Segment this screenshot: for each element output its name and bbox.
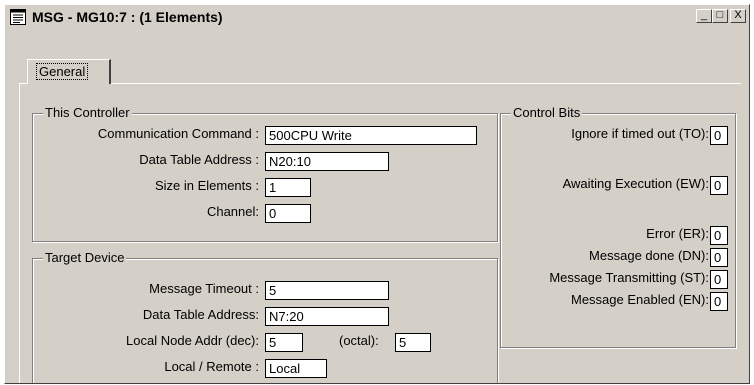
octal-label: (octal): xyxy=(339,333,379,348)
maximize-button[interactable]: □ xyxy=(712,9,728,23)
tab-general[interactable]: General xyxy=(27,59,111,84)
communication-command-field[interactable]: 500CPU Write xyxy=(265,126,477,145)
close-button[interactable]: X xyxy=(730,9,746,23)
error-label: Error (ER): xyxy=(646,226,709,241)
data-table-address-field[interactable]: N20:10 xyxy=(265,152,389,171)
size-in-elements-field[interactable]: 1 xyxy=(265,178,311,197)
local-remote-field[interactable]: Local xyxy=(265,359,327,378)
awaiting-execution-field[interactable]: 0 xyxy=(710,176,728,195)
local-node-addr-field[interactable]: 5 xyxy=(265,333,303,352)
message-enabled-field[interactable]: 0 xyxy=(710,292,728,311)
title-bar[interactable]: MSG - MG10:7 : (1 Elements) _ □ X xyxy=(6,6,748,28)
target-device-group: Target Device Message Timeout : 5 Data T… xyxy=(32,250,498,383)
target-device-legend: Target Device xyxy=(43,250,127,265)
error-field[interactable]: 0 xyxy=(710,226,728,245)
communication-command-label: Communication Command : xyxy=(97,126,259,141)
target-data-table-address-field[interactable]: N7:20 xyxy=(265,307,389,326)
channel-label: Channel: xyxy=(206,204,259,219)
message-done-field[interactable]: 0 xyxy=(710,248,728,267)
control-bits-legend: Control Bits xyxy=(511,105,583,120)
control-bits-group: Control Bits Ignore if timed out (TO): 0… xyxy=(500,105,736,348)
ignore-timeout-label: Ignore if timed out (TO): xyxy=(571,126,709,141)
octal-field[interactable]: 5 xyxy=(395,333,431,352)
general-panel: This Controller Communication Command : … xyxy=(19,84,741,383)
target-data-table-address-label: Data Table Address: xyxy=(142,307,259,322)
awaiting-execution-label: Awaiting Execution (EW): xyxy=(562,176,709,191)
message-enabled-label: Message Enabled (EN): xyxy=(570,292,709,307)
this-controller-group: This Controller Communication Command : … xyxy=(32,105,498,242)
message-transmitting-label: Message Transmitting (ST): xyxy=(549,270,709,285)
data-table-address-label: Data Table Address : xyxy=(139,152,259,167)
message-window-icon xyxy=(10,9,26,25)
msg-window: MSG - MG10:7 : (1 Elements) _ □ X Genera… xyxy=(4,4,750,384)
channel-field[interactable]: 0 xyxy=(265,204,311,223)
message-done-label: Message done (DN): xyxy=(589,248,709,263)
this-controller-legend: This Controller xyxy=(43,105,132,120)
local-remote-label: Local / Remote : xyxy=(164,359,259,374)
tab-general-label: General xyxy=(36,63,89,80)
window-title: MSG - MG10:7 : (1 Elements) xyxy=(32,9,223,25)
local-node-addr-label: Local Node Addr (dec): xyxy=(126,333,259,348)
ignore-timeout-field[interactable]: 0 xyxy=(710,126,728,145)
message-timeout-label: Message Timeout : xyxy=(149,281,259,296)
message-transmitting-field[interactable]: 0 xyxy=(710,270,728,289)
message-timeout-field[interactable]: 5 xyxy=(265,281,389,300)
size-in-elements-label: Size in Elements : xyxy=(154,178,259,193)
minimize-button[interactable]: _ xyxy=(696,9,712,23)
